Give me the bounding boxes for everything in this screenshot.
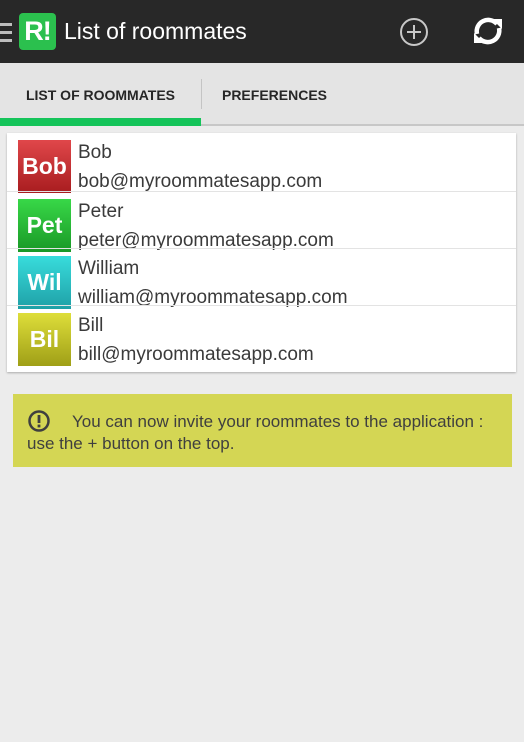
- avatar: Pet: [18, 199, 71, 252]
- roommate-name: Bob: [78, 142, 112, 163]
- avatar: Wil: [18, 256, 71, 309]
- avatar: Bob: [18, 140, 71, 193]
- tab-preferences[interactable]: PREFERENCES: [202, 63, 347, 124]
- selected-tab-indicator: [0, 118, 201, 126]
- roommate-item-bill[interactable]: Bil Bill bill@myroommatesapp.com: [7, 305, 516, 366]
- roommate-item-william[interactable]: Wil William william@myroommatesapp.com: [7, 248, 516, 309]
- add-circle-icon: [400, 18, 428, 46]
- roommate-email: bill@myroommatesapp.com: [78, 344, 314, 365]
- roommate-email: bob@myroommatesapp.com: [78, 171, 323, 192]
- refresh-button[interactable]: [470, 13, 506, 49]
- info-message: You can now invite your roommates to the…: [27, 412, 484, 453]
- avatar: Bil: [18, 313, 71, 366]
- roommates-list: Bob Bob bob@myroommatesapp.com Pet Peter…: [7, 133, 516, 372]
- tab-list-of-roommates[interactable]: LIST OF ROOMMATES: [0, 63, 201, 124]
- page-title: List of roommates: [64, 18, 247, 44]
- drawer-menu-icon[interactable]: [0, 23, 12, 42]
- app-logo[interactable]: R!: [19, 13, 56, 50]
- roommate-item-peter[interactable]: Pet Peter peter@myroommatesapp.com: [7, 191, 516, 252]
- info-banner: You can now invite your roommates to the…: [13, 394, 512, 467]
- add-roommate-button[interactable]: [398, 16, 430, 48]
- roommate-name: William: [78, 258, 140, 279]
- roommate-name: Peter: [78, 201, 124, 222]
- roommate-item-bob[interactable]: Bob Bob bob@myroommatesapp.com: [7, 133, 516, 193]
- refresh-icon: [474, 17, 502, 45]
- action-bar: R! List of roommates: [0, 0, 524, 63]
- tab-bar: LIST OF ROOMMATES PREFERENCES: [0, 63, 524, 126]
- roommate-name: Bill: [78, 315, 104, 336]
